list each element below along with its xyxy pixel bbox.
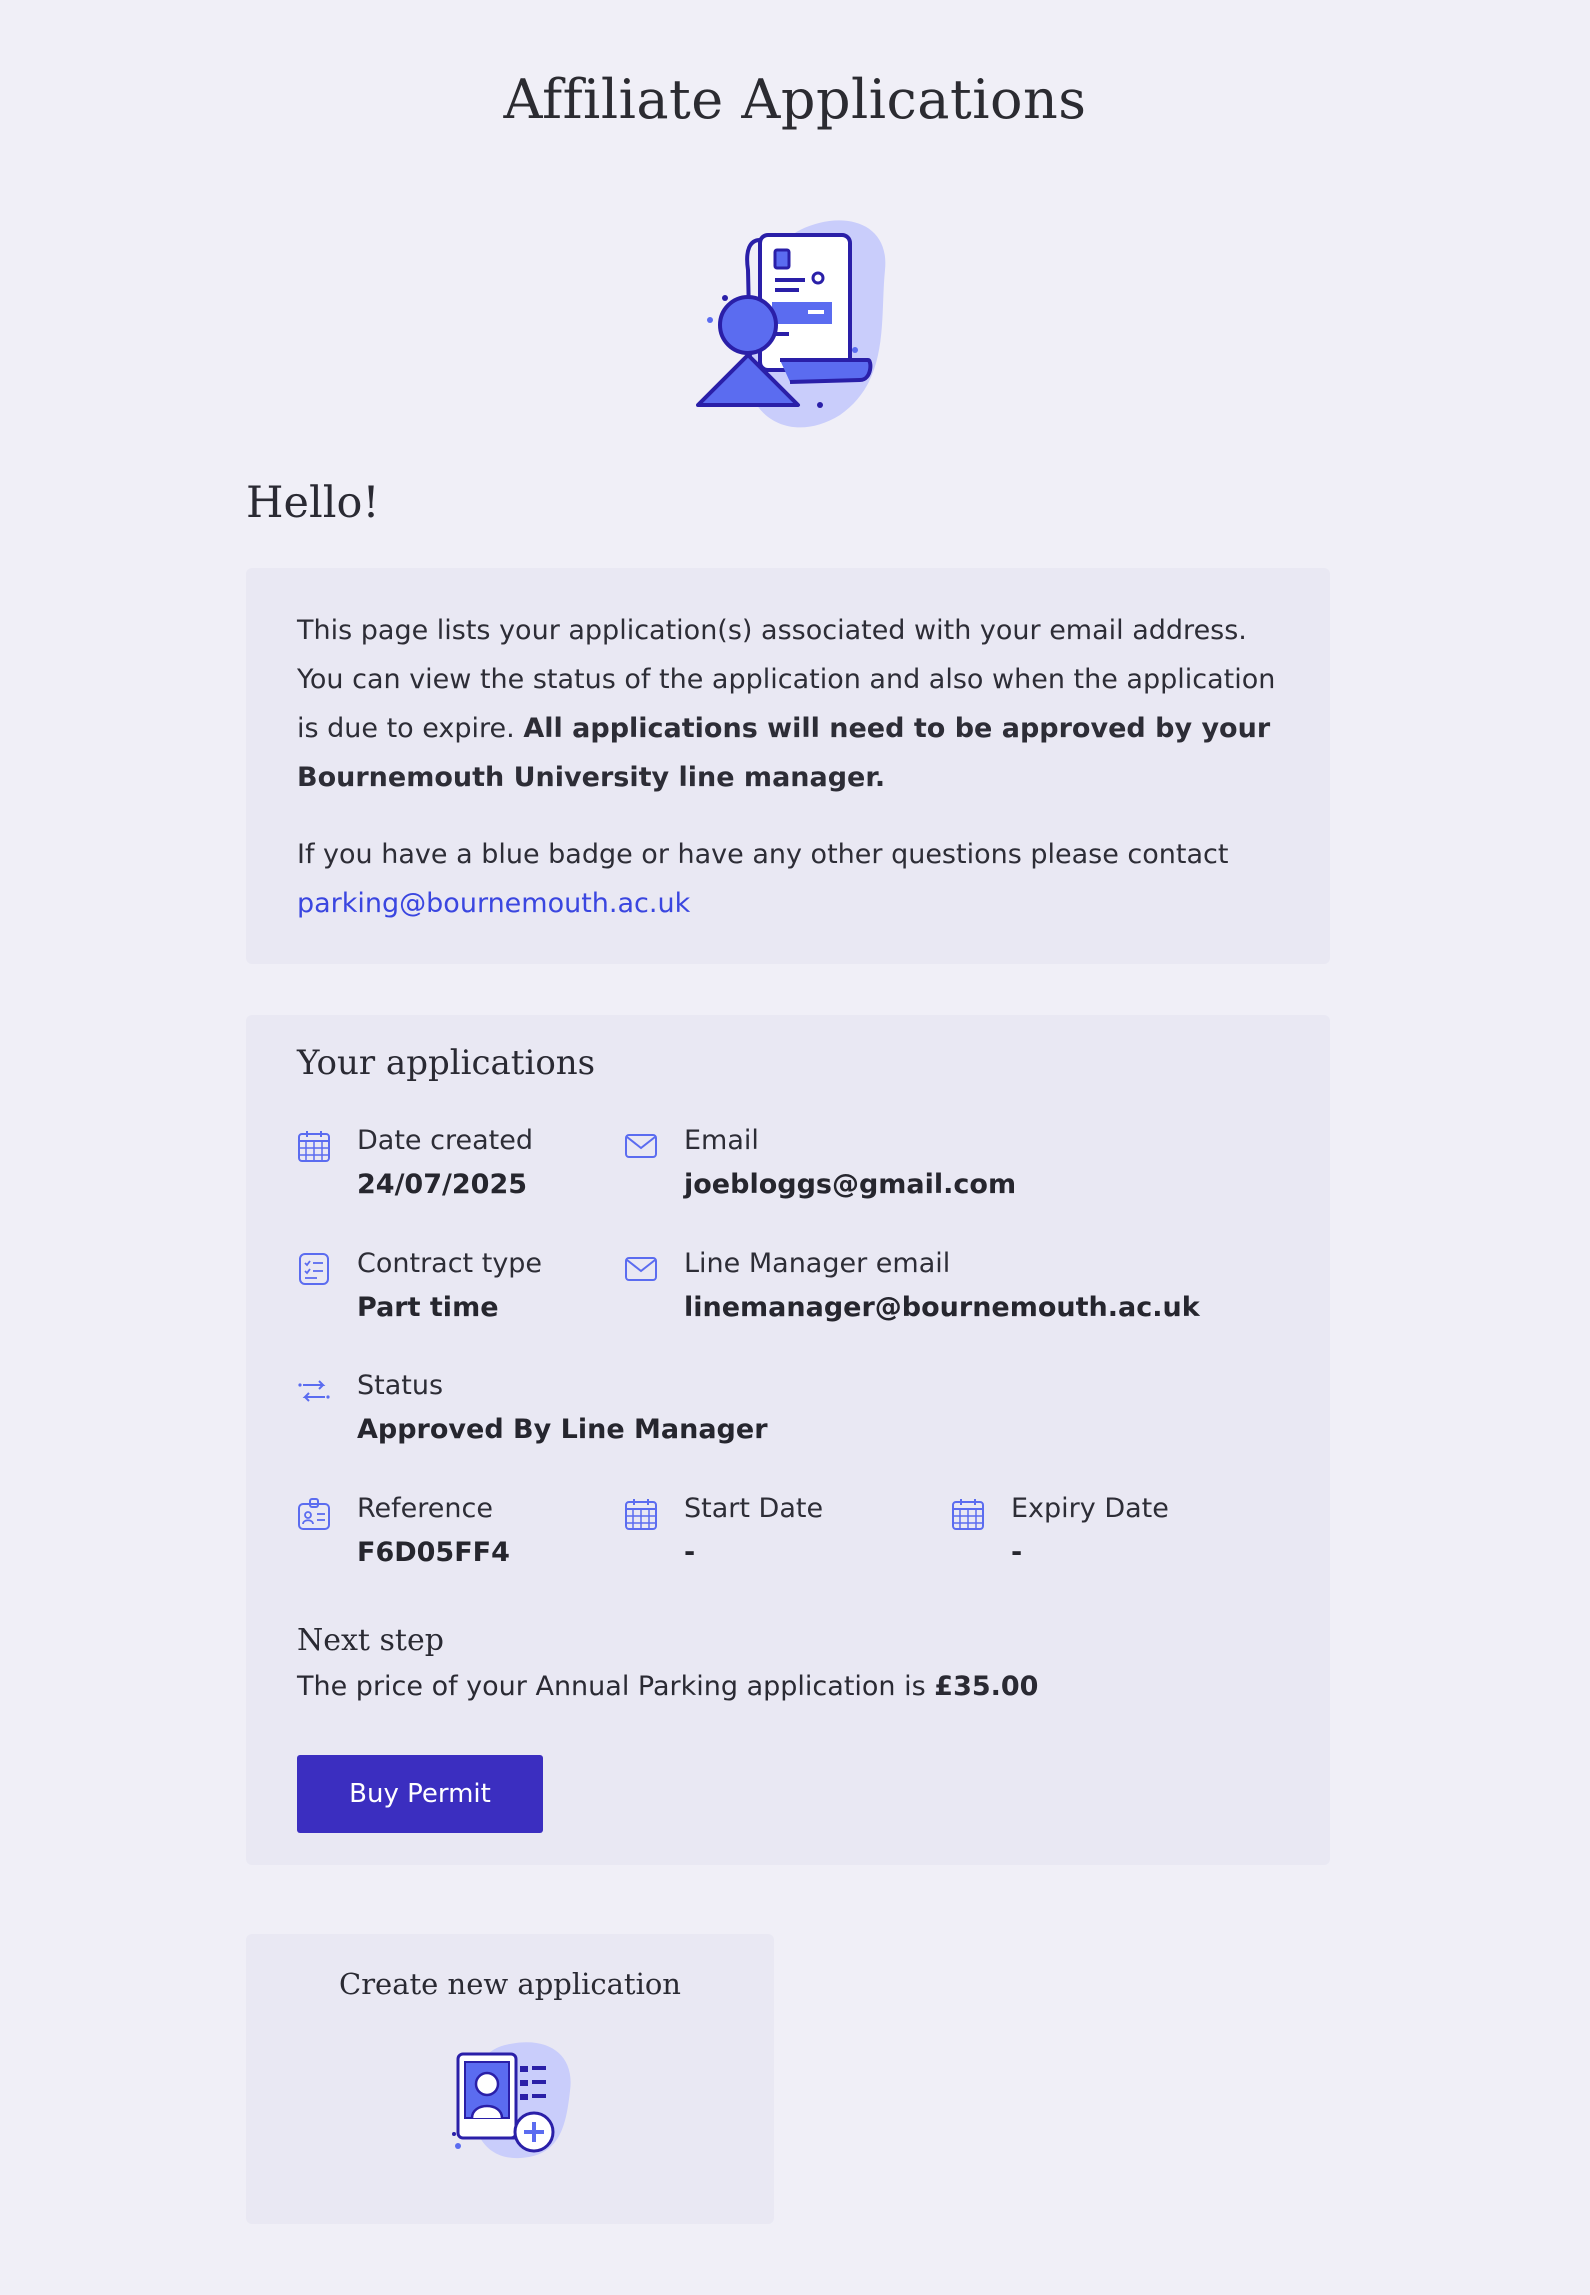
field-value: linemanager@bournemouth.ac.uk [684,1292,1200,1323]
buy-permit-button[interactable]: Buy Permit [297,1755,543,1833]
transfer-arrows-icon [297,1374,331,1408]
envelope-icon [624,1129,658,1163]
greeting: Hello! [246,478,380,528]
create-new-application-title: Create new application [339,1967,681,2001]
field-value: 24/07/2025 [357,1169,528,1200]
calendar-icon [624,1497,658,1531]
calendar-icon [951,1497,985,1531]
contact-prefix: If you have a blue badge or have any oth… [297,839,1229,870]
field-value: joebloggs@gmail.com [684,1169,1017,1200]
page-title: Affiliate Applications [503,68,1087,131]
document-person-illustration [690,210,890,430]
field-value: F6D05FF4 [357,1537,510,1568]
field-label: Email [684,1125,759,1156]
intro-panel: This page lists your application(s) asso… [246,568,1330,964]
field-label: Start Date [684,1493,824,1524]
field-value: Part time [357,1292,499,1323]
contact-text: If you have a blue badge or have any oth… [297,830,1287,928]
envelope-icon [624,1252,658,1286]
field-label: Date created [357,1125,533,1156]
calendar-icon [297,1129,331,1163]
next-step-title: Next step [297,1623,444,1658]
id-card-icon [297,1497,331,1531]
field-label: Line Manager email [684,1248,951,1279]
checklist-icon [297,1252,331,1286]
applications-heading: Your applications [297,1043,596,1083]
contact-email-link[interactable]: parking@bournemouth.ac.uk [297,888,690,919]
field-value: - [1011,1537,1023,1568]
field-value: Approved By Line Manager [357,1414,768,1445]
field-label: Contract type [357,1248,543,1279]
field-value: - [684,1537,696,1568]
field-label: Status [357,1370,444,1401]
create-new-application-card[interactable]: Create new application [246,1934,774,2224]
field-label: Expiry Date [1011,1493,1169,1524]
field-label: Reference [357,1493,493,1524]
price-prefix: The price of your Annual Parking applica… [297,1671,926,1702]
add-profile-icon [450,2036,580,2166]
price-text: The price of your Annual Parking applica… [297,1671,1038,1702]
applications-panel: Your applications Date created 24/07/202… [246,1015,1330,1865]
price-amount: £35.00 [934,1671,1039,1702]
intro-text: This page lists your application(s) asso… [297,606,1287,802]
